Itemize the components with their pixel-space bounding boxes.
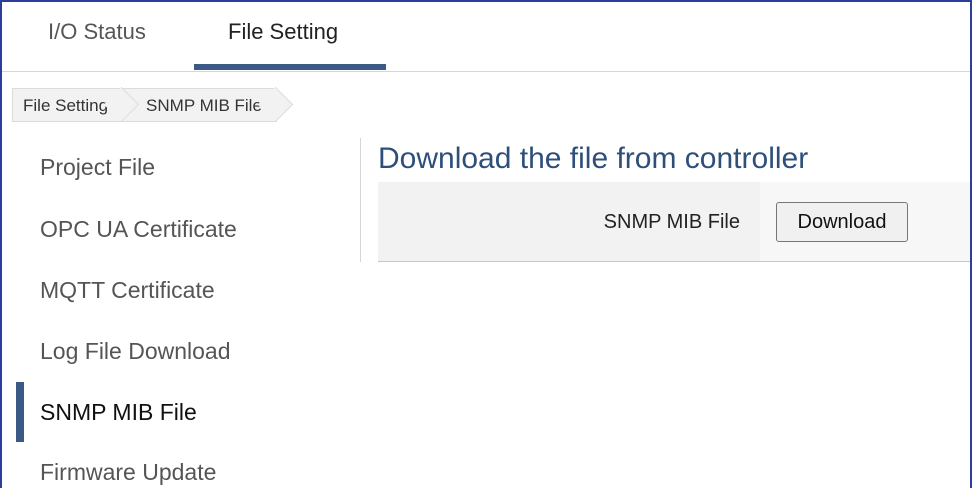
top-tab-bar: I/O Status File Setting [2, 2, 970, 72]
tab-io-status[interactable]: I/O Status [48, 16, 146, 56]
sidebar-item-mqtt-certificate[interactable]: MQTT Certificate [40, 273, 215, 307]
sidebar-item-log-file-download[interactable]: Log File Download [40, 334, 231, 368]
app-frame: I/O Status File Setting File Setting SNM… [0, 0, 972, 488]
download-button[interactable]: Download [776, 202, 908, 242]
breadcrumb-snmp-mib-file[interactable]: SNMP MIB File [122, 88, 277, 122]
active-tab-indicator [194, 64, 386, 70]
sidebar-item-snmp-mib-file[interactable]: SNMP MIB File [40, 395, 197, 429]
page-title: Download the file from controller [378, 142, 809, 175]
sidebar-divider [360, 138, 361, 262]
sidebar-item-firmware-update[interactable]: Firmware Update [40, 455, 216, 488]
breadcrumb-file-setting[interactable]: File Setting [12, 88, 123, 122]
breadcrumb: File Setting SNMP MIB File [12, 88, 277, 122]
sidebar-item-project-file[interactable]: Project File [40, 150, 155, 184]
sidebar-active-indicator [16, 382, 24, 442]
snmp-mib-file-label: SNMP MIB File [603, 211, 740, 233]
tab-file-setting[interactable]: File Setting [228, 16, 338, 56]
sidebar-item-opc-ua-certificate[interactable]: OPC UA Certificate [40, 212, 237, 246]
